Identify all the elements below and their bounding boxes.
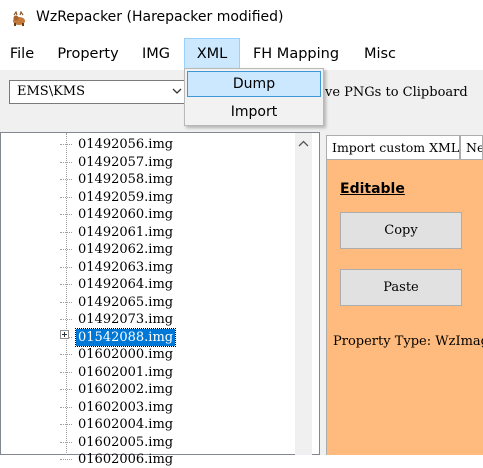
tree-item-label: 01492065.img — [78, 294, 174, 310]
tab-strip: Import custom XML Ne — [326, 135, 483, 160]
menu-misc[interactable]: Misc — [354, 38, 406, 70]
tree-connector — [60, 249, 72, 250]
editable-label: Editable — [340, 181, 405, 197]
chevron-up-icon[interactable] — [295, 136, 312, 153]
menu-bar: File Property IMG XML FH Mapping Misc — [0, 38, 483, 70]
tree-item-label: 01492062.img — [78, 242, 174, 257]
tree-connector — [60, 179, 72, 180]
tree-connector — [60, 144, 72, 145]
tree-item-label: 01542088.img — [74, 327, 177, 347]
tree-item-label: 01602005.img — [78, 434, 174, 450]
expand-plus-icon[interactable] — [60, 330, 69, 339]
tree-connector — [60, 406, 72, 408]
property-type-label: Property Type: WzImage — [333, 334, 483, 349]
tree-item-label: 01602000.img — [78, 347, 174, 362]
menu-item-import[interactable]: Import — [187, 99, 321, 125]
tab-import-custom-xml[interactable]: Import custom XML — [326, 135, 460, 160]
tree-connector — [60, 424, 72, 425]
tree-item-label: 01492064.img — [78, 277, 174, 292]
tree-connector — [60, 266, 72, 268]
menu-img[interactable]: IMG — [132, 38, 180, 70]
region-combo-value: EMS\KMS — [17, 84, 86, 99]
paste-button[interactable]: Paste — [340, 269, 462, 306]
tree-item-label: 01492059.img — [78, 189, 174, 205]
menu-xml[interactable]: XML — [184, 38, 240, 70]
menu-property[interactable]: Property — [48, 38, 128, 70]
tree-connector — [60, 371, 72, 373]
chevron-down-icon[interactable] — [170, 84, 184, 98]
deer-icon — [13, 11, 25, 26]
copy-button[interactable]: Copy — [340, 212, 462, 249]
property-panel — [326, 160, 483, 455]
tree-connector — [60, 301, 72, 303]
tree-connector — [60, 354, 72, 355]
tree-connector — [60, 389, 72, 390]
tree-item-label: 01492057.img — [78, 154, 174, 170]
save-pngs-clipboard-label[interactable]: ve PNGs to Clipboard — [325, 85, 468, 100]
tree-connector — [60, 441, 72, 443]
tree-item-label: 01602004.img — [78, 417, 174, 432]
menu-fh-mapping[interactable]: FH Mapping — [244, 38, 348, 70]
tree-item-label: 01602003.img — [78, 399, 174, 415]
window-title: WzRepacker (Harepacker modified) — [36, 9, 284, 25]
menu-item-dump[interactable]: Dump — [187, 71, 321, 97]
tree-item-label: 01492063.img — [78, 259, 174, 275]
tree-item-label: 01602001.img — [78, 364, 174, 380]
tree-item-label: 01602006.img — [78, 452, 174, 467]
tree-connector — [60, 161, 72, 163]
tree-item-label: 01602002.img — [78, 382, 174, 397]
tree-connector — [60, 459, 72, 460]
menu-file[interactable]: File — [4, 38, 40, 70]
tree-connector — [60, 284, 72, 285]
tree-item-label: 01492056.img — [78, 137, 174, 152]
tree-connector — [60, 196, 72, 198]
tree-connector — [60, 319, 72, 320]
tree-item-label: 01492060.img — [78, 207, 174, 222]
tree-scrollbar[interactable] — [295, 133, 312, 455]
tab-ne[interactable]: Ne — [460, 135, 483, 160]
tree-item-label: 01492061.img — [78, 224, 174, 240]
tree-connector — [60, 214, 72, 215]
tree-item-label: 01492073.img — [78, 312, 174, 327]
tree-connector — [60, 231, 72, 233]
tree-item-label: 01492058.img — [78, 172, 174, 187]
